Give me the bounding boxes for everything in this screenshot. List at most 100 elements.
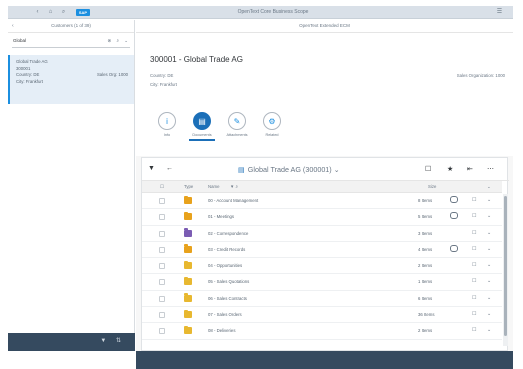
object-header: 300001 - Global Trade AG Country: DE Cit… (136, 33, 513, 156)
more-icon[interactable]: ⋯ (487, 165, 494, 173)
item-name: Global Trade AG (16, 59, 48, 64)
row-checkbox[interactable] (159, 246, 165, 253)
row-expand-icon[interactable]: ⌄ (487, 262, 491, 268)
row-name[interactable]: 04 - Opportunities (208, 263, 242, 268)
row-name[interactable]: 05 - Sales Quotations (208, 279, 249, 284)
row-expand-icon[interactable]: ⌄ (487, 213, 491, 219)
table-row[interactable]: 04 - Opportunities 2 Items ☐ ⌄ (142, 258, 502, 275)
table-row[interactable]: 02 - Correspondence 3 Items ☐ ⌄ (142, 226, 502, 242)
column-settings-icon[interactable]: ⌄ (487, 184, 491, 190)
info-icon: i (158, 112, 176, 130)
tab-documents[interactable]: ▤ Documents (189, 112, 215, 141)
table-row[interactable]: 00 - Account Management 8 Items ☐ ⌄ (142, 193, 502, 210)
row-expand-icon[interactable]: ⌄ (487, 197, 491, 203)
row-name[interactable]: 06 - Sales Contracts (208, 296, 247, 301)
paperclip-icon: ✎ (228, 112, 246, 130)
row-checkbox[interactable] (159, 328, 165, 335)
documents-card: ▼ ← ▤ Global Trade AG (300001) ⌄ ☐ ★ ⇤ ⋯ … (141, 157, 509, 351)
row-more-icon[interactable]: ☐ (472, 262, 476, 268)
row-more-icon[interactable]: ☐ (472, 230, 476, 236)
scrollbar[interactable] (503, 194, 508, 346)
app-title[interactable]: OpenText Core Business Scope (208, 9, 338, 16)
tab-info[interactable]: i Info (156, 112, 178, 137)
share-icon[interactable]: ⇤ (467, 165, 473, 173)
attr-city: City: Frankfurt (150, 82, 177, 87)
breadcrumb[interactable]: ▤ Global Trade AG (300001) ⌄ (238, 165, 340, 174)
master-footer: ▼ ⇅ (8, 333, 135, 351)
folder-icon (184, 309, 192, 319)
search-field[interactable]: Global ⊗ ⌕ ⌄ (12, 36, 130, 48)
row-expand-icon[interactable]: ⌄ (487, 311, 491, 317)
filter-icon[interactable]: ▼ (148, 165, 155, 172)
row-checkbox[interactable] (159, 279, 165, 286)
tab-related[interactable]: ⚙ Related (261, 112, 283, 137)
table-row[interactable]: 05 - Sales Quotations 1 Items ☐ ⌄ (142, 274, 502, 291)
row-expand-icon[interactable]: ⌄ (487, 327, 491, 333)
comment-icon[interactable] (450, 244, 458, 252)
row-size: 3 Items (418, 230, 433, 236)
row-expand-icon[interactable]: ⌄ (487, 295, 491, 301)
comment-icon[interactable] (450, 196, 458, 203)
row-checkbox[interactable] (159, 214, 165, 221)
row-name[interactable]: 08 - Deliveries (208, 328, 235, 333)
table-row[interactable]: 08 - Deliveries 2 Items ☐ ⌄ (142, 323, 502, 340)
back-icon[interactable]: ‹ (34, 9, 41, 16)
row-more-icon[interactable]: ☐ (472, 278, 476, 284)
gear-icon: ⚙ (263, 112, 281, 130)
row-more-icon[interactable]: ☐ (472, 197, 476, 203)
table-row[interactable]: 07 - Sales Orders 36 Items ☐ ⌄ (142, 307, 502, 324)
select-all-checkbox[interactable]: ☐ (160, 184, 164, 190)
row-name[interactable]: 01 - Meetings (208, 214, 234, 219)
row-name[interactable]: 02 - Correspondence (208, 231, 248, 236)
row-size: 36 Items (418, 312, 435, 318)
row-expand-icon[interactable]: ⌄ (487, 278, 491, 284)
row-checkbox[interactable] (159, 312, 165, 319)
row-expand-icon[interactable]: ⌄ (487, 246, 491, 252)
row-expand-icon[interactable]: ⌄ (487, 230, 491, 236)
row-name[interactable]: 00 - Account Management (208, 198, 258, 203)
back-arrow-icon[interactable]: ← (166, 165, 173, 172)
row-size: 5 Items (418, 214, 433, 220)
pin-icon[interactable]: ★ (447, 165, 453, 173)
row-name[interactable]: 07 - Sales Orders (208, 312, 242, 317)
row-size: 4 Items (418, 246, 433, 252)
scrollbar-thumb[interactable] (504, 196, 507, 336)
folder-icon: ▤ (238, 165, 245, 174)
detail-footer (136, 351, 513, 369)
comment-icon[interactable] (450, 212, 458, 220)
detail-header: OpenText Extended ECM (136, 20, 513, 33)
comment-icon[interactable]: ☐ (425, 165, 431, 173)
item-country: Country: DE Sales Org: 1000 (16, 72, 128, 78)
home-icon[interactable]: ⌂ (47, 9, 54, 16)
row-more-icon[interactable]: ☐ (472, 311, 476, 317)
folder-icon (184, 325, 192, 335)
row-more-icon[interactable]: ☐ (472, 213, 476, 219)
search-input[interactable]: Global (13, 38, 26, 43)
item-id: 300001 (16, 65, 31, 71)
tab-attachments[interactable]: ✎ Attachments (226, 112, 248, 137)
row-size: 1 Items (418, 279, 433, 285)
row-name[interactable]: 03 - Credit Records (208, 247, 245, 252)
row-checkbox[interactable] (159, 230, 165, 237)
sort-icon[interactable]: ▼ ⌕ (230, 184, 238, 189)
col-name[interactable]: Name (208, 184, 219, 189)
row-more-icon[interactable]: ☐ (472, 246, 476, 252)
search-icon[interactable]: ⌕ (60, 9, 67, 16)
folder-icon: ▤ (193, 112, 211, 130)
search-tools[interactable]: ⊗ ⌕ ⌄ (107, 38, 130, 44)
list-item-selected[interactable]: Global Trade AG 300001 Country: DE Sales … (8, 55, 134, 104)
table-row[interactable]: 06 - Sales Contracts 6 Items ☐ ⌄ (142, 291, 502, 308)
row-more-icon[interactable]: ☐ (472, 327, 476, 333)
row-more-icon[interactable]: ☐ (472, 295, 476, 301)
row-checkbox[interactable] (159, 295, 165, 302)
row-checkbox[interactable] (159, 198, 165, 204)
sort-filter-icons[interactable]: ▼ ⇅ (100, 337, 125, 344)
item-city: City: Frankfurt (16, 78, 43, 84)
table-row[interactable]: 03 - Credit Records 4 Items ☐ ⌄ (142, 242, 502, 259)
master-title: Customers (1 of 39) (51, 23, 91, 28)
table-row[interactable]: 01 - Meetings 5 Items ☐ ⌄ (142, 209, 502, 226)
user-icon[interactable]: ☰ (496, 9, 503, 16)
row-checkbox[interactable] (159, 263, 165, 270)
col-size[interactable]: Size (428, 184, 436, 189)
col-type[interactable]: Type (184, 184, 193, 189)
